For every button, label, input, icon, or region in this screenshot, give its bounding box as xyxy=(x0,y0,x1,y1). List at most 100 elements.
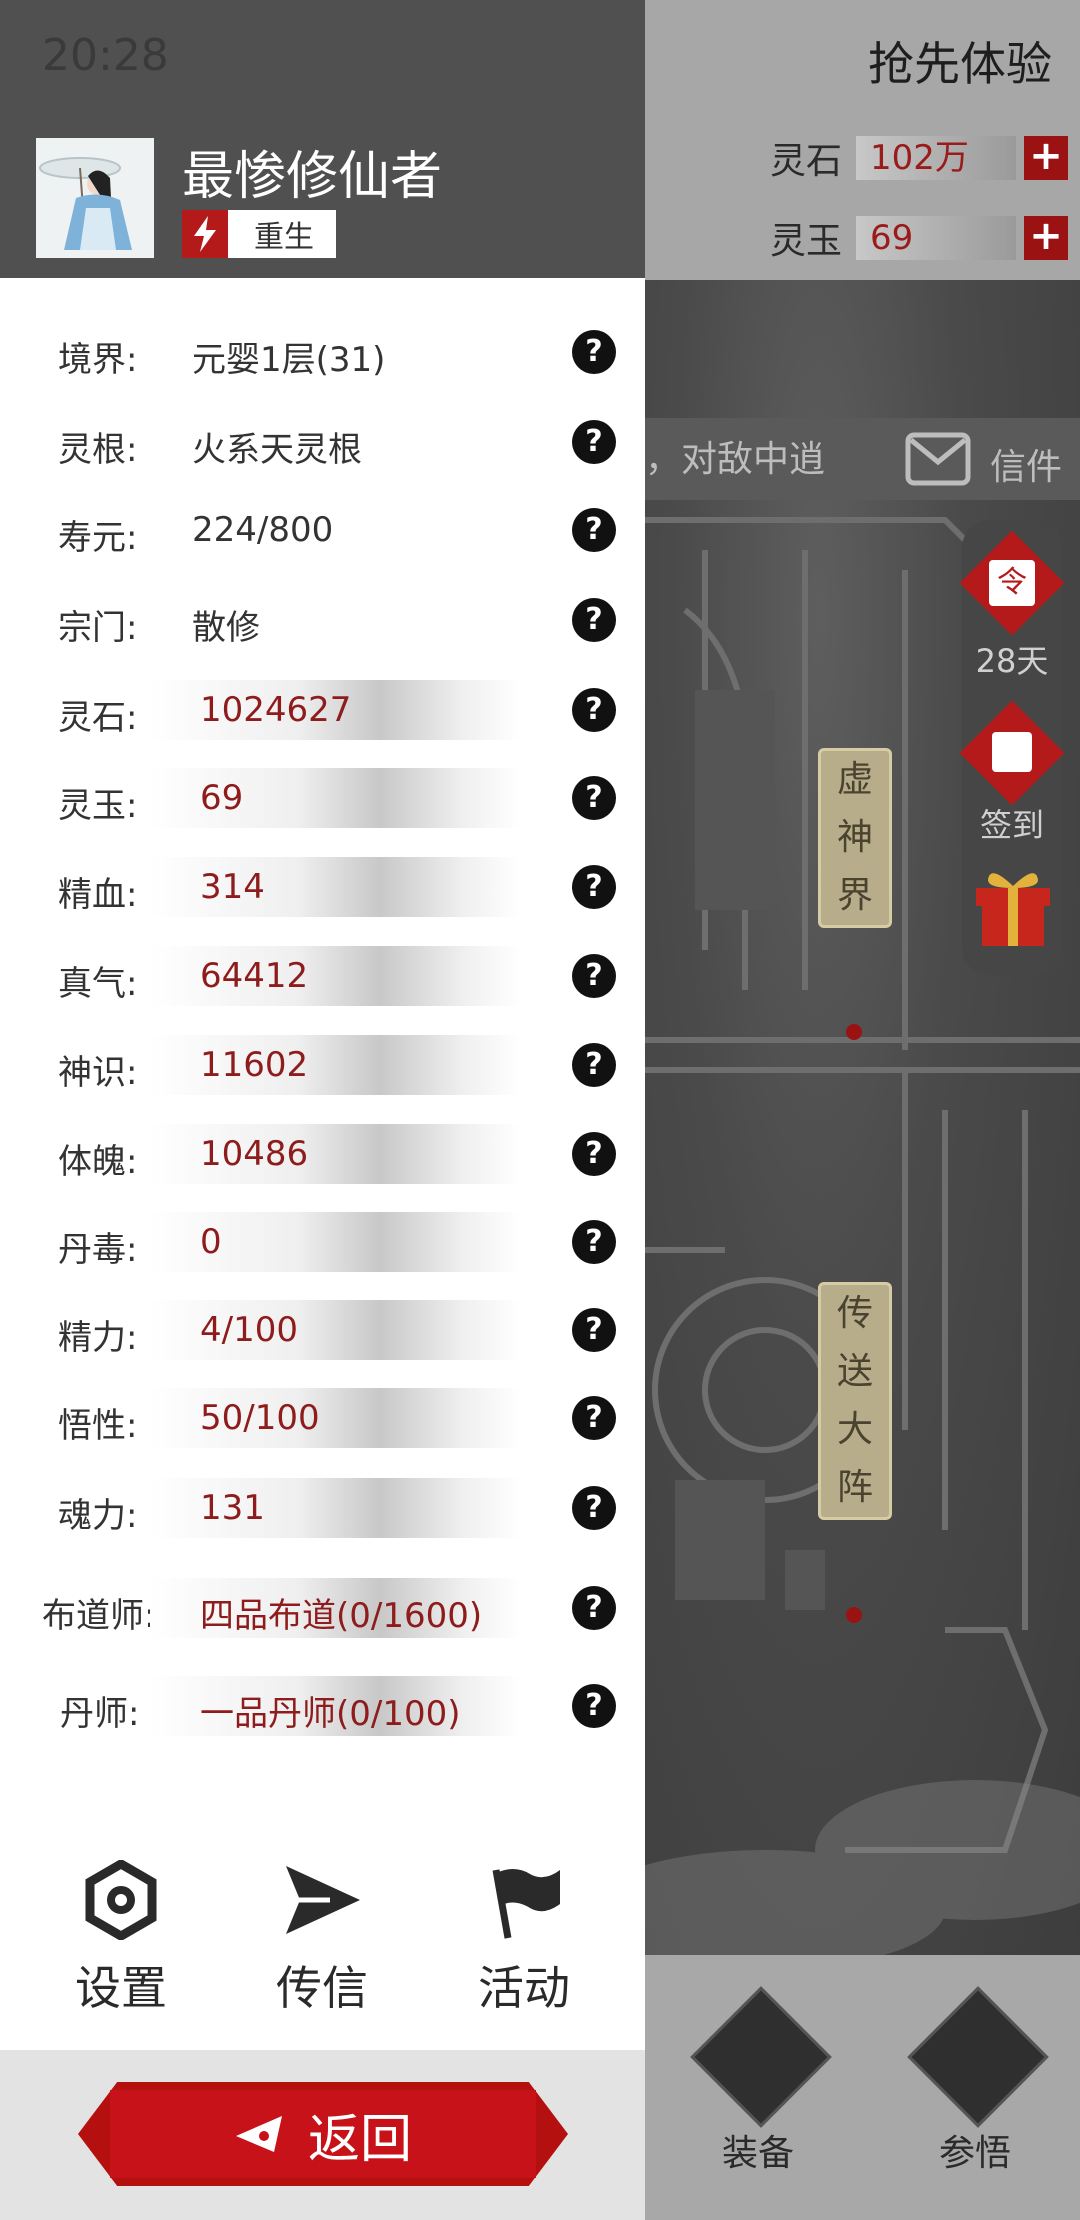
stat-label: 精血: xyxy=(58,875,138,915)
stat-value: 1024627 xyxy=(200,690,352,730)
stat-row-realm: 境界: 元婴1层(31) ? xyxy=(0,322,645,386)
character-drawer: 20:28 最惨修仙者 重生 境界: 元婴1层(31) ? 灵根: 火系天灵根 … xyxy=(0,0,645,2220)
stat-label: 悟性: xyxy=(58,1406,138,1446)
stat-value: 散修 xyxy=(192,608,260,648)
send-icon xyxy=(286,1866,360,1934)
stat-value: 火系天灵根 xyxy=(192,430,362,470)
map-marker xyxy=(846,1607,862,1623)
flag-icon xyxy=(492,1869,560,1939)
help-icon[interactable]: ? xyxy=(572,1586,616,1630)
activity-button[interactable]: 活动 xyxy=(449,1860,599,2018)
stat-row-alchemist: 丹师: 一品丹师(0/100) ? xyxy=(0,1676,645,1740)
announcement-text: ，对敌中逍 xyxy=(645,439,826,480)
resource-value: 102万 xyxy=(856,136,1016,180)
lightning-icon xyxy=(182,210,228,258)
stat-value: 314 xyxy=(200,867,265,907)
stat-label: 境界: xyxy=(58,340,138,380)
stat-value: 50/100 xyxy=(200,1398,320,1438)
stat-row-true-qi: 真气: 64412 ? xyxy=(0,946,645,1010)
stat-bar: 4/100 xyxy=(150,1300,520,1360)
stat-row-physique: 体魄: 10486 ? xyxy=(0,1124,645,1188)
stat-value: 131 xyxy=(200,1488,265,1528)
stat-value: 0 xyxy=(200,1222,222,1262)
token-days-label: 28天 xyxy=(975,642,1049,680)
stat-row-sect: 宗门: 散修 ? xyxy=(0,590,645,654)
help-icon[interactable]: ? xyxy=(572,508,616,552)
stat-label: 布道师: xyxy=(42,1596,156,1636)
stat-bar: 69 xyxy=(150,768,520,828)
stat-bar: 1024627 xyxy=(150,680,520,740)
stat-label: 灵根: xyxy=(58,430,138,470)
help-icon[interactable]: ? xyxy=(572,1486,616,1530)
token-glyph: 令 xyxy=(989,560,1035,606)
help-icon[interactable]: ? xyxy=(572,1043,616,1087)
stat-value: 11602 xyxy=(200,1045,309,1085)
equipment-label[interactable]: 装备 xyxy=(698,2124,818,2176)
stat-row-divine-sense: 神识: 11602 ? xyxy=(0,1035,645,1099)
stat-label: 丹师: xyxy=(60,1694,140,1734)
stat-row-soul-power: 魂力: 131 ? xyxy=(0,1478,645,1542)
help-icon[interactable]: ? xyxy=(572,1684,616,1728)
stat-bar: 10486 xyxy=(150,1124,520,1184)
map-sign-teleport-array[interactable]: 传送大阵 xyxy=(818,1282,892,1520)
help-icon[interactable]: ? xyxy=(572,1396,616,1440)
add-spirit-jade-button[interactable]: + xyxy=(1024,216,1068,260)
early-access-title: 抢先体验 xyxy=(868,37,1052,91)
back-arrow-icon xyxy=(235,2116,282,2152)
stat-bar: 一品丹师(0/100) xyxy=(150,1676,520,1736)
stat-label: 灵玉: xyxy=(58,786,138,826)
help-icon[interactable]: ? xyxy=(572,1308,616,1352)
resource-value: 69 xyxy=(856,216,1016,260)
help-icon[interactable]: ? xyxy=(572,330,616,374)
stat-label: 神识: xyxy=(58,1053,138,1093)
stat-row-spirit-jade: 灵玉: 69 ? xyxy=(0,768,645,832)
resource-label: 灵玉 xyxy=(770,221,843,262)
player-avatar[interactable] xyxy=(36,138,154,258)
stat-row-energy: 精力: 4/100 ? xyxy=(0,1300,645,1364)
help-icon[interactable]: ? xyxy=(572,1132,616,1176)
help-icon[interactable]: ? xyxy=(572,598,616,642)
message-button[interactable]: 传信 xyxy=(247,1860,397,2018)
stat-bar: 64412 xyxy=(150,946,520,1006)
stat-row-preacher: 布道师: 四品布道(0/1600) ? xyxy=(0,1578,645,1642)
stat-label: 真气: xyxy=(58,964,138,1004)
back-label: 返回 xyxy=(307,2109,412,2170)
stat-label: 精力: xyxy=(58,1318,138,1358)
help-icon[interactable]: ? xyxy=(572,420,616,464)
stat-row-pill-toxicity: 丹毒: 0 ? xyxy=(0,1212,645,1276)
stat-label: 丹毒: xyxy=(58,1230,138,1270)
player-name: 最惨修仙者 xyxy=(182,147,443,207)
back-button[interactable]: 返回 xyxy=(110,2090,536,2178)
stat-value: 64412 xyxy=(200,956,309,996)
mail-label[interactable]: 信件 xyxy=(990,438,1062,490)
gift-icon[interactable] xyxy=(970,864,1056,948)
stat-row-comprehension: 悟性: 50/100 ? xyxy=(0,1388,645,1452)
map-sign-void-realm[interactable]: 虚神界 xyxy=(818,748,892,928)
stat-label: 体魄: xyxy=(58,1142,138,1182)
signin-label: 签到 xyxy=(979,806,1044,844)
help-icon[interactable]: ? xyxy=(572,954,616,998)
stat-label: 寿元: xyxy=(58,518,138,558)
map-marker xyxy=(846,1024,862,1040)
stat-value: 10486 xyxy=(200,1134,309,1174)
help-icon[interactable]: ? xyxy=(572,688,616,732)
help-icon[interactable]: ? xyxy=(572,776,616,820)
mail-icon[interactable] xyxy=(905,432,971,486)
stat-row-spirit-stone: 灵石: 1024627 ? xyxy=(0,680,645,744)
stat-bar: 11602 xyxy=(150,1035,520,1095)
help-icon[interactable]: ? xyxy=(572,865,616,909)
comprehend-label[interactable]: 参悟 xyxy=(915,2124,1035,2176)
status-time: 20:28 xyxy=(42,30,169,81)
resource-spirit-stone: 灵石 102万 + xyxy=(770,130,1068,186)
stat-row-spirit-root: 灵根: 火系天灵根 ? xyxy=(0,412,645,476)
stat-label: 魂力: xyxy=(58,1496,138,1536)
help-icon[interactable]: ? xyxy=(572,1220,616,1264)
stat-value: 224/800 xyxy=(192,510,334,550)
add-spirit-stone-button[interactable]: + xyxy=(1024,136,1068,180)
settings-button[interactable]: 设置 xyxy=(46,1858,196,2018)
stat-value: 4/100 xyxy=(200,1310,298,1350)
stat-row-essence-blood: 精血: 314 ? xyxy=(0,857,645,921)
rebirth-badge[interactable]: 重生 xyxy=(182,210,336,258)
stat-value: 元婴1层(31) xyxy=(192,340,386,380)
stat-label: 宗门: xyxy=(58,608,138,648)
